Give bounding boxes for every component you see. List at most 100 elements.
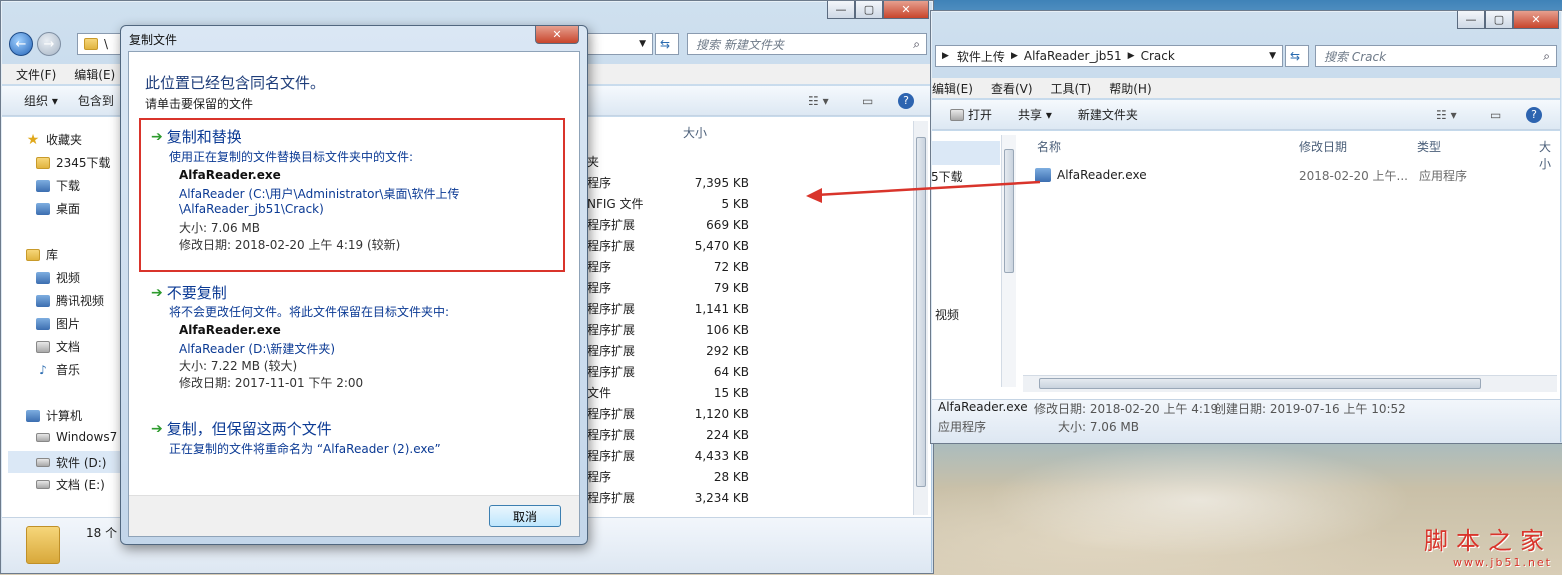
dest-path: AlfaReader (D:\新建文件夹) [179,342,336,356]
view-options-icon[interactable]: ☷ ▾ [1436,108,1457,122]
scrollbar-thumb[interactable] [1039,378,1481,389]
menu-tools[interactable]: 工具(T) [1051,80,1092,97]
chevron-down-icon[interactable]: ▼ [639,39,646,49]
list-item[interactable]: 程序 28 KB [587,466,909,487]
watermark-logo: 脚本之家 www.jb51.net [1424,521,1552,569]
list-item[interactable]: 程序扩展 64 KB [587,361,909,382]
maximize-button[interactable]: ▢ [855,1,883,19]
list-item[interactable]: 程序 79 KB [587,277,909,298]
breadcrumb-item[interactable]: 软件上传 [957,48,1005,65]
file-date: 2018-02-20 上午... [1299,168,1408,183]
menu-view[interactable]: 查看(V) [991,80,1033,97]
include-library-button[interactable]: 包含到 [78,92,114,109]
nav-favorites[interactable]: ★ 收藏夹 [26,131,82,148]
list-item[interactable]: 程序扩展 1,120 KB [587,403,909,424]
list-item[interactable]: 程序扩展 669 KB [587,214,909,235]
list-item[interactable]: NFIG 文件 5 KB [587,193,909,214]
scrollbar-thumb[interactable] [916,137,926,487]
nav-library[interactable]: 库 [26,246,58,263]
list-item[interactable]: 程序扩展 1,141 KB [587,298,909,319]
organize-button[interactable]: 组织 ▾ [24,92,58,109]
nav-item-documents[interactable]: 文档 [36,338,80,355]
copy-file-dialog: 复制文件 ✕ 此位置已经包含同名文件。 请单击要保留的文件 ➔ 复制和替换 使用… [120,25,588,545]
nav-scrollbar[interactable] [1001,135,1016,387]
new-folder-button[interactable]: 新建文件夹 [1078,106,1138,123]
nav-item-downloads[interactable]: 下载 [36,177,80,194]
back-button[interactable]: ← [9,32,33,56]
menu-file[interactable]: 文件(F) [16,66,56,83]
close-button[interactable]: ✕ [883,1,929,19]
menu-edit[interactable]: 编辑(E) [932,80,973,97]
dest-filename: AlfaReader.exe [179,323,281,337]
menu-help[interactable]: 帮助(H) [1109,80,1151,97]
file-row[interactable]: AlfaReader.exe 2018-02-20 上午... 应用程序 [1035,165,1559,185]
details-type: 应用程序 [938,420,987,434]
minimize-button[interactable]: — [1457,11,1485,29]
list-item[interactable]: 程序 7,395 KB [587,172,909,193]
nav-item-pictures[interactable]: 图片 [36,315,80,332]
breadcrumb-item[interactable]: Crack [1141,49,1175,63]
scrollbar-thumb[interactable] [1004,149,1014,273]
file-list: 夹 程序 7,395 KB NFIG 文件 5 KB 程序扩展 669 KB 程序扩展… [587,151,909,515]
column-name[interactable]: 名称 [1037,138,1061,155]
exe-file-icon [1035,168,1051,182]
nav-item-videos[interactable]: 视频 [36,269,80,286]
chevron-down-icon[interactable]: ▼ [1269,51,1276,61]
nav-drive-windows7[interactable]: Windows7 [36,430,117,444]
refresh-button[interactable]: ⇆ [655,33,679,55]
preview-pane-icon[interactable]: ▭ [862,94,873,108]
refresh-button[interactable]: ⇆ [1285,45,1309,67]
share-button[interactable]: 共享 ▾ [1018,106,1052,123]
keep-both-title: ➔ 复制，但保留这两个文件 [151,420,332,438]
folder-large-icon [26,526,60,564]
preview-pane-icon[interactable]: ▭ [1490,108,1501,122]
list-item[interactable]: 程序扩展 3,234 KB [587,487,909,508]
list-item[interactable]: 程序 72 KB [587,256,909,277]
picture-icon [36,317,50,330]
list-item[interactable]: 文件 15 KB [587,382,909,403]
search-input[interactable]: 搜索 Crack ⌕ [1315,45,1557,67]
nav-item-tencent-video[interactable]: 腾讯视频 [36,292,104,309]
keep-both-desc: 正在复制的文件将重命名为 “AlfaReader (2).exe” [169,442,441,456]
help-icon[interactable]: ? [1526,106,1542,123]
nav-item-videos[interactable]: 视频 [935,306,959,323]
size-column-header[interactable]: 大小 [683,124,707,141]
list-item[interactable]: 夹 [587,151,909,172]
view-options-icon[interactable]: ☷ ▾ [808,94,829,108]
list-item[interactable]: 程序扩展 106 KB [587,319,909,340]
nav-drive-e[interactable]: 文档 (E:) [36,476,105,493]
search-input[interactable]: 搜索 新建文件夹 ⌕ [687,33,927,55]
close-button[interactable]: ✕ [1513,11,1559,29]
cancel-button[interactable]: 取消 [489,505,561,527]
list-item[interactable]: 程序扩展 4,433 KB [587,445,909,466]
dialog-close-button[interactable]: ✕ [535,26,579,44]
file-type: 应用程序 [1419,168,1468,183]
list-item[interactable]: 程序扩展 224 KB [587,424,909,445]
nav-item-desktop[interactable]: 桌面 [36,200,80,217]
vertical-scrollbar[interactable] [913,121,928,515]
nav-item-downloads[interactable]: 5下载 [931,168,963,185]
horizontal-scrollbar[interactable] [1023,375,1557,392]
video-icon [36,271,50,284]
nav-item-music[interactable]: ♪ 音乐 [36,361,80,378]
maximize-button[interactable]: ▢ [1485,11,1513,29]
list-item[interactable]: 程序扩展 5,470 KB [587,235,909,256]
list-item[interactable]: 程序扩展 292 KB [587,340,909,361]
breadcrumb-item[interactable]: AlfaReader_jb51 [1024,49,1122,63]
column-type[interactable]: 类型 [1417,138,1441,155]
address-bar[interactable]: ▶ 软件上传 ▶ AlfaReader_jb51 ▶ Crack ▼ [935,45,1283,67]
nav-computer[interactable]: 计算机 [26,407,82,424]
breadcrumb-sep: ▶ [942,51,949,61]
menu-edit[interactable]: 编辑(E) [74,66,115,83]
column-date[interactable]: 修改日期 [1299,138,1347,155]
minimize-button[interactable]: — [827,1,855,19]
nav-drive-d[interactable]: 软件 (D:) [8,451,120,473]
nav-item-2345downloads[interactable]: 2345下载 [36,154,111,171]
forward-button[interactable]: → [37,32,61,56]
file-name: AlfaReader.exe [1057,168,1147,182]
open-button[interactable]: 打开 [950,106,992,123]
dialog-footer: 取消 [129,495,579,536]
nav-item-selected[interactable] [932,141,1000,165]
copy-replace-desc: 使用正在复制的文件替换目标文件夹中的文件: [169,150,414,164]
help-icon[interactable]: ? [898,92,914,109]
